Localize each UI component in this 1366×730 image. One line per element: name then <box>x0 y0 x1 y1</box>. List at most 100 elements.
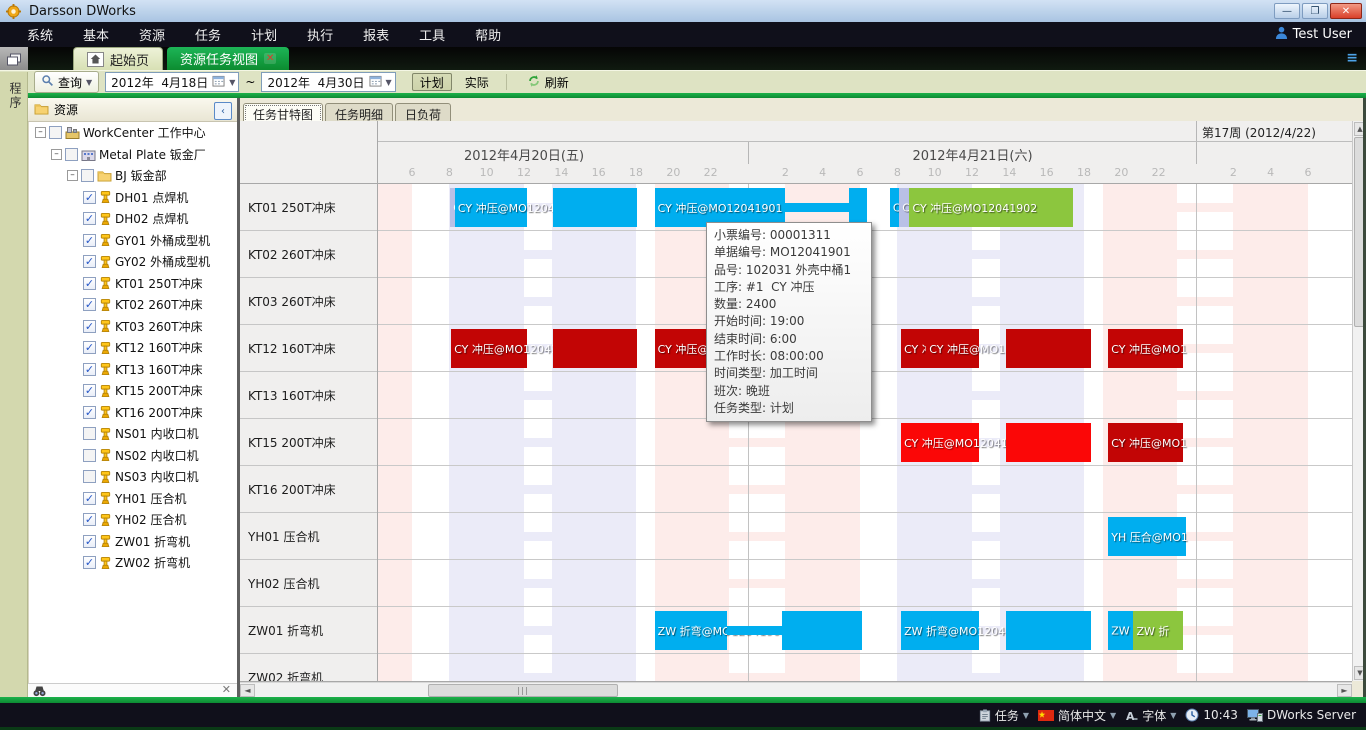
chevron-down-icon[interactable]: ▼ <box>1110 711 1116 720</box>
tree-item[interactable]: ✓DH01 点焊机 <box>29 187 237 209</box>
tree-item[interactable]: NS03 内收口机 <box>29 466 237 488</box>
gantt-task-bar[interactable]: ZW 折弯@MO12041901 <box>655 611 728 650</box>
date-to-input[interactable]: 2012年 4月30日 ▼ <box>261 72 395 92</box>
status-item[interactable]: 简体中文▼ <box>1038 707 1116 724</box>
tree-expander-icon[interactable]: – <box>51 149 62 160</box>
tree-checkbox[interactable]: ✓ <box>83 298 96 311</box>
tree-checkbox[interactable] <box>83 449 96 462</box>
status-item[interactable]: A字体▼ <box>1125 707 1176 724</box>
horizontal-scrollbar[interactable]: ◄ ► <box>240 682 1352 697</box>
menu-item[interactable]: 工具 <box>404 22 460 47</box>
gantt-task-bar[interactable] <box>1006 423 1091 462</box>
tree-checkbox[interactable] <box>83 427 96 440</box>
menu-item[interactable]: 报表 <box>348 22 404 47</box>
side-strip[interactable]: 程序 <box>0 72 28 697</box>
gantt-task-bar[interactable] <box>553 329 637 368</box>
status-item[interactable]: DWorks Server <box>1247 708 1356 722</box>
menu-item[interactable]: 资源 <box>124 22 180 47</box>
tree-expander-icon[interactable]: – <box>35 127 46 138</box>
tree-item[interactable]: NS01 内收口机 <box>29 423 237 445</box>
doc-tab[interactable]: 起始页 <box>73 47 163 70</box>
tree-item[interactable]: ✓KT12 160T冲床 <box>29 337 237 359</box>
scroll-right-icon[interactable]: ► <box>1337 684 1352 697</box>
gantt-task-bar[interactable]: ZW 折弯@MO12041901 <box>901 611 978 650</box>
tree-item[interactable]: ✓KT02 260T冲床 <box>29 294 237 316</box>
tree-checkbox[interactable]: ✓ <box>83 341 96 354</box>
tree-checkbox[interactable]: ✓ <box>83 363 96 376</box>
gantt-task-bar[interactable]: C <box>890 188 899 227</box>
tree-checkbox[interactable]: ✓ <box>83 212 96 225</box>
chevron-down-icon[interactable]: ▼ <box>229 78 235 87</box>
gantt-task-bar[interactable]: C <box>899 188 908 227</box>
tree-item[interactable]: ✓KT03 260T冲床 <box>29 316 237 338</box>
gantt-task-bar[interactable] <box>1006 329 1091 368</box>
gantt-task-bar[interactable]: CY 冲 <box>901 329 926 368</box>
maximize-button[interactable]: ❐ <box>1302 3 1328 19</box>
tree-item[interactable]: ✓GY01 外桶成型机 <box>29 230 237 252</box>
tree-checkbox[interactable]: ✓ <box>83 234 96 247</box>
tree-item[interactable]: ✓DH02 点焊机 <box>29 208 237 230</box>
menu-item[interactable]: 帮助 <box>460 22 516 47</box>
gantt-task-bar[interactable]: ZW <box>1108 611 1133 650</box>
gantt-task-bar[interactable]: CY 冲压@MO12041902 <box>909 188 1072 227</box>
tree-item[interactable]: ✓KT01 250T冲床 <box>29 273 237 295</box>
gantt-task-bar[interactable] <box>782 611 862 650</box>
tree-item[interactable]: NS02 内收口机 <box>29 445 237 467</box>
horizontal-scroll-thumb[interactable] <box>428 684 618 697</box>
tree-checkbox[interactable]: ✓ <box>83 535 96 548</box>
menu-item[interactable]: 系统 <box>12 22 68 47</box>
tree-item[interactable]: ✓KT16 200T冲床 <box>29 402 237 424</box>
tree-checkbox[interactable]: ✓ <box>83 556 96 569</box>
close-icon[interactable]: ✕ <box>222 683 231 696</box>
menu-item[interactable]: 任务 <box>180 22 236 47</box>
close-button[interactable]: ✕ <box>1330 3 1362 19</box>
chevron-down-icon[interactable]: ▼ <box>386 78 392 87</box>
gantt-task-bar[interactable]: YH 压合@MO1 <box>1108 517 1185 556</box>
gantt-task-bar[interactable]: CY 冲压@MO12041904 <box>451 329 527 368</box>
gantt-task-bar[interactable]: CY 冲压@MO12041904 <box>926 329 978 368</box>
tree-checkbox[interactable]: ✓ <box>83 320 96 333</box>
chevron-down-icon[interactable]: ▼ <box>1023 711 1029 720</box>
tree-item[interactable]: –Metal Plate 钣金厂 <box>29 144 237 166</box>
collapse-panel-button[interactable]: ‹ <box>214 102 232 120</box>
gantt-task-bar[interactable]: CY 冲压@MO1 <box>1108 329 1183 368</box>
menu-item[interactable]: 基本 <box>68 22 124 47</box>
tree-checkbox[interactable]: ✓ <box>83 492 96 505</box>
query-button[interactable]: 查询 ▼ <box>34 71 99 93</box>
close-tab-icon[interactable]: ✕ <box>264 53 276 64</box>
gantt-task-bar[interactable]: CY 冲压@MO12041901 <box>455 188 527 227</box>
tab-list-icon[interactable]: ≡ <box>1346 52 1358 64</box>
tree-item[interactable]: ✓KT13 160T冲床 <box>29 359 237 381</box>
tree-checkbox[interactable] <box>65 148 78 161</box>
tree-checkbox[interactable] <box>81 169 94 182</box>
gantt-task-bar[interactable] <box>553 188 637 227</box>
tree-checkbox[interactable]: ✓ <box>83 277 96 290</box>
tree-checkbox[interactable] <box>49 126 62 139</box>
tree-expander-icon[interactable]: – <box>67 170 78 181</box>
date-from-input[interactable]: 2012年 4月18日 ▼ <box>105 72 239 92</box>
actual-toggle-button[interactable]: 实际 <box>458 72 496 92</box>
tree-checkbox[interactable] <box>83 470 96 483</box>
tree-checkbox[interactable]: ✓ <box>83 191 96 204</box>
tree-checkbox[interactable]: ✓ <box>83 406 96 419</box>
gantt-task-bar[interactable]: CY 冲压@MO1 <box>1108 423 1183 462</box>
gantt-task-bar[interactable] <box>1006 611 1091 650</box>
menu-item[interactable]: 计划 <box>236 22 292 47</box>
gantt-task-bar[interactable] <box>727 626 781 635</box>
tree-item[interactable]: ✓ZW01 折弯机 <box>29 531 237 553</box>
status-item[interactable]: 10:43 <box>1185 708 1238 722</box>
tree-item[interactable]: ✓GY02 外桶成型机 <box>29 251 237 273</box>
windows-stack-icon[interactable] <box>0 47 28 72</box>
doc-tab[interactable]: 资源任务视图✕ <box>167 47 289 70</box>
tree-item[interactable]: ✓KT15 200T冲床 <box>29 380 237 402</box>
tree-checkbox[interactable]: ✓ <box>83 384 96 397</box>
refresh-button[interactable]: 刷新 <box>527 74 569 91</box>
scroll-left-icon[interactable]: ◄ <box>240 684 255 697</box>
tree-item[interactable]: –WorkCenter 工作中心 <box>29 122 237 144</box>
plan-toggle-button[interactable]: 计划 <box>412 73 452 91</box>
user-indicator[interactable]: Test User <box>1275 22 1352 47</box>
minimize-button[interactable]: — <box>1274 3 1300 19</box>
menu-item[interactable]: 执行 <box>292 22 348 47</box>
tree-item[interactable]: ✓YH02 压合机 <box>29 509 237 531</box>
tree-item[interactable]: ✓YH01 压合机 <box>29 488 237 510</box>
